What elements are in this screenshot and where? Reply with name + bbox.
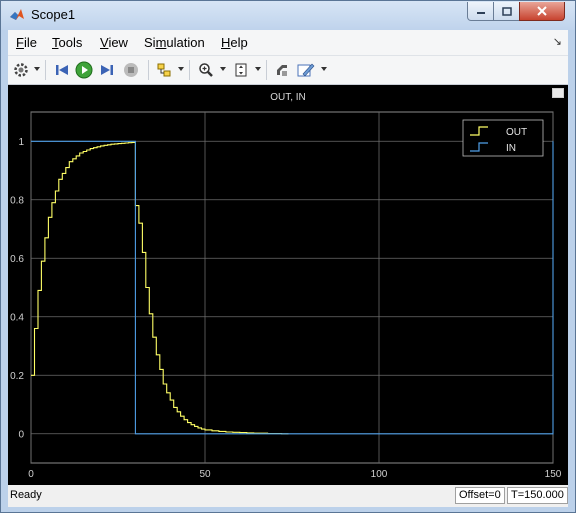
- step-forward-icon: [101, 65, 113, 75]
- window-title: Scope1: [31, 7, 76, 22]
- highlight-simulink-block-icon: [157, 63, 171, 77]
- step-back-button[interactable]: [52, 60, 72, 80]
- maximize-button[interactable]: [493, 2, 520, 21]
- plot-area[interactable]: OUT, IN 0 50 100 150 0 0.2 0.4 0.6 0.8 1 OUT IN: [8, 85, 568, 485]
- y-tick-label: 0.6: [10, 254, 24, 265]
- step-back-icon: [56, 65, 68, 75]
- menu-tools[interactable]: Tools: [52, 35, 82, 50]
- parameters-gear-icon: [14, 63, 28, 77]
- zoom-in-button[interactable]: [196, 60, 216, 80]
- step-forward-button[interactable]: [97, 60, 117, 80]
- run-icon: [75, 61, 93, 79]
- title-bar[interactable]: Scope1: [1, 1, 575, 30]
- stop-icon: [124, 63, 138, 77]
- style-button[interactable]: [272, 60, 292, 80]
- menu-help[interactable]: Help: [221, 35, 248, 50]
- y-tick-label: 0: [18, 429, 24, 440]
- x-tick-label: 100: [371, 469, 388, 480]
- maximize-icon: [501, 6, 512, 16]
- minimize-button[interactable]: [467, 2, 494, 21]
- menu-file[interactable]: File: [16, 35, 37, 50]
- series-in-line: [31, 140, 554, 435]
- menu-view[interactable]: View: [100, 35, 128, 50]
- status-text: Ready: [10, 489, 42, 501]
- x-tick-label: 150: [545, 469, 562, 480]
- close-icon: [537, 6, 547, 16]
- edit-legend-icon: [297, 63, 315, 77]
- series-out-line: [31, 141, 289, 435]
- edit-legend-button[interactable]: [296, 60, 316, 80]
- scope-chart: 0 50 100 150 0 0.2 0.4 0.6 0.8 1 OUT IN: [10, 111, 562, 480]
- parameters-button[interactable]: [11, 60, 31, 80]
- fit-to-view-icon: [235, 63, 247, 77]
- stop-button[interactable]: [121, 60, 141, 80]
- menu-bar: File Tools View Simulation Help ↘: [8, 30, 568, 56]
- legend-out-label: OUT: [506, 127, 527, 138]
- run-button[interactable]: [74, 60, 94, 80]
- dock-toggle-icon[interactable]: ↘: [553, 35, 562, 48]
- close-button[interactable]: [519, 2, 565, 21]
- y-tick-label: 0.2: [10, 371, 24, 382]
- status-bar: Ready Offset=0 T=150.000: [8, 485, 568, 507]
- zoom-in-icon: [199, 63, 213, 77]
- toolbar: [8, 56, 568, 85]
- style-icon: [277, 65, 287, 76]
- scope-window: Scope1 File Tools View Simulation Help ↘: [0, 0, 576, 513]
- matlab-logo-icon: [10, 9, 24, 20]
- y-tick-label: 1: [18, 137, 24, 148]
- offset-readout: Offset=0: [455, 487, 505, 504]
- menu-simulation[interactable]: Simulation: [144, 35, 205, 50]
- axes-box: [30, 111, 554, 464]
- client-area: File Tools View Simulation Help ↘ OUT, I…: [8, 30, 568, 507]
- highlight-block-button[interactable]: [154, 60, 174, 80]
- time-readout: T=150.000: [507, 487, 568, 504]
- minimize-icon: [476, 12, 485, 14]
- fit-to-view-button[interactable]: [231, 60, 251, 80]
- y-tick-label: 0.4: [10, 312, 24, 323]
- legend-in-label: IN: [506, 143, 516, 154]
- x-tick-label: 50: [199, 469, 211, 480]
- y-tick-label: 0.8: [10, 195, 24, 206]
- x-tick-label: 0: [28, 469, 34, 480]
